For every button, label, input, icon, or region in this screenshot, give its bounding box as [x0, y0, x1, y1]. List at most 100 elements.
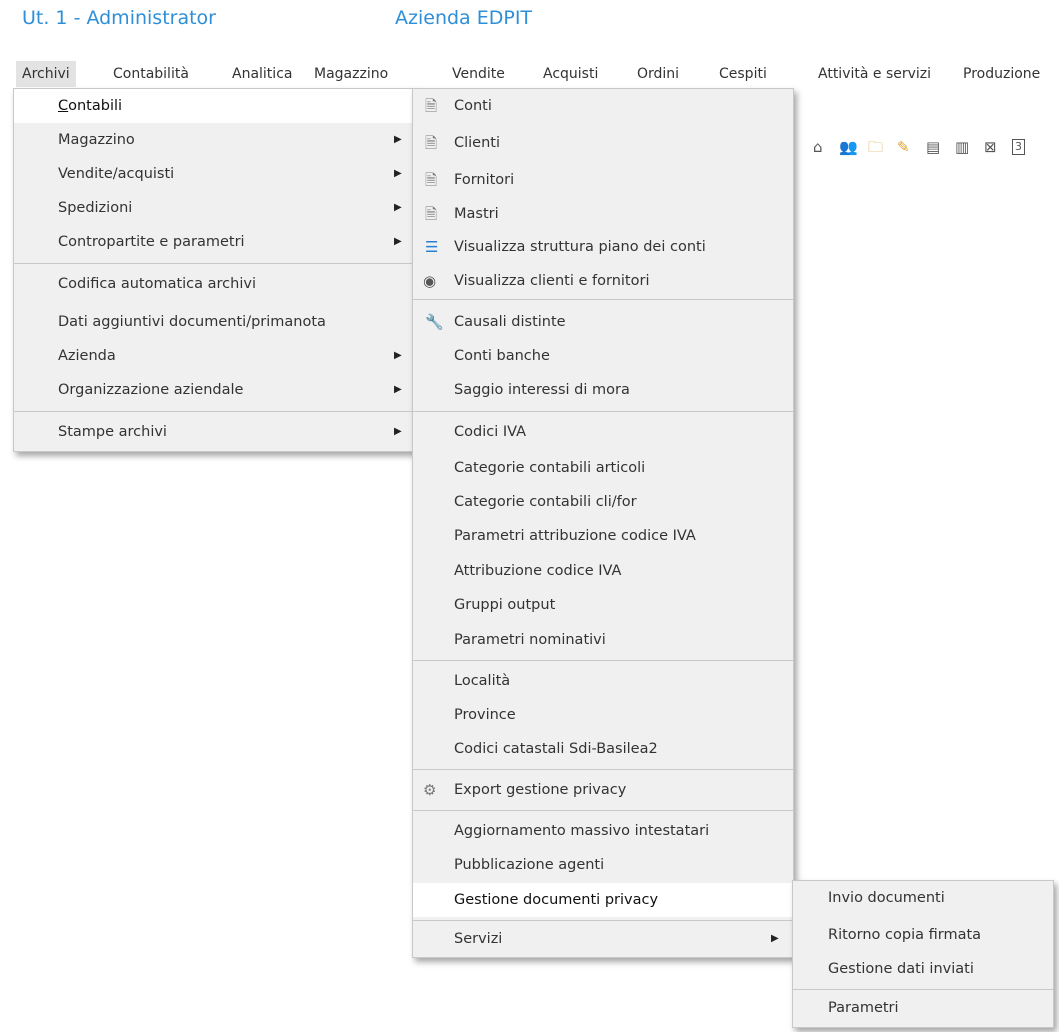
menu-item-gestione-dati-inviati[interactable]: Gestione dati inviati [793, 952, 1053, 986]
company-label: Azienda EDPIT [395, 7, 533, 29]
menu-cespiti[interactable]: Cespiti [719, 61, 767, 87]
menu-item-magazzino[interactable]: Magazzino ▶ [14, 123, 413, 157]
document-icon: 🗎 [425, 171, 438, 189]
menu-item-azienda[interactable]: Azienda ▶ [14, 339, 413, 373]
menu-ordini[interactable]: Ordini [637, 61, 679, 87]
document-icon: 🗎 [425, 97, 438, 115]
menu-item-servizi[interactable]: Servizi ▶ [413, 922, 793, 956]
menu-magazzino[interactable]: Magazzino [314, 61, 388, 87]
menu-item-label: Categorie contabili articoli [454, 460, 646, 476]
menu-item-label: Visualizza struttura piano dei conti [454, 239, 706, 255]
menu-item-clienti[interactable]: 🗎 Clienti [413, 126, 793, 160]
menu-produzione[interactable]: Produzione [963, 61, 1040, 87]
submenu-arrow-icon: ▶ [394, 350, 402, 361]
menu-item-categorie-articoli[interactable]: Categorie contabili articoli [413, 451, 793, 485]
menu-separator [413, 810, 793, 811]
menu-item-conti[interactable]: 🗎 Conti [413, 89, 793, 123]
menu-item-label: Ritorno copia firmata [828, 927, 982, 943]
menu-item-label: Export gestione privacy [454, 782, 627, 798]
menu-item-ritorno-copia[interactable]: Ritorno copia firmata [793, 918, 1053, 952]
home-icon[interactable]: ⌂ [813, 139, 823, 155]
search-folder-icon[interactable]: 🗀 [868, 139, 883, 155]
menu-item-province[interactable]: Province [413, 698, 793, 732]
menu-item-label: Parametri attribuzione codice IVA [454, 528, 696, 544]
menu-item-categorie-clifor[interactable]: Categorie contabili cli/for [413, 485, 793, 519]
menu-item-label: Gruppi output [454, 597, 556, 613]
menu-item-invio-documenti[interactable]: Invio documenti [793, 881, 1053, 915]
menu-attivita-servizi[interactable]: Attività e servizi [818, 61, 931, 87]
menu-analitica[interactable]: Analitica [232, 61, 292, 87]
menu-item-label: Conti [454, 98, 492, 114]
menu-item-attribuzione-iva[interactable]: Attribuzione codice IVA [413, 554, 793, 588]
menu-item-label: Visualizza clienti e fornitori [454, 273, 650, 289]
edit-icon[interactable]: ✎ [897, 139, 910, 155]
user-label: Ut. 1 - Administrator [22, 7, 216, 29]
menu-item-label: Dati aggiuntivi documenti/primanota [58, 314, 326, 330]
menu-item-label: Attribuzione codice IVA [454, 563, 622, 579]
menu-item-codici-iva[interactable]: Codici IVA [413, 415, 793, 449]
menu-item-contabili[interactable]: Contabili [14, 89, 413, 123]
calendar-icon[interactable]: 3 [1012, 139, 1025, 155]
contabili-menu: 🗎 Conti 🗎 Clienti 🗎 Fornitori 🗎 Mastri ☰… [412, 88, 794, 958]
menu-separator [14, 263, 413, 264]
menu-item-clienti-fornitori[interactable]: ◉ Visualizza clienti e fornitori [413, 264, 793, 298]
submenu-arrow-icon: ▶ [394, 134, 402, 145]
menu-item-label: Gestione dati inviati [828, 961, 974, 977]
menu-item-pubblicazione-agenti[interactable]: Pubblicazione agenti [413, 848, 793, 882]
submenu-arrow-icon: ▶ [394, 426, 402, 437]
menu-item-aggiornamento-intestatari[interactable]: Aggiornamento massivo intestatari [413, 814, 793, 848]
users-icon[interactable]: 👥 [839, 139, 858, 155]
menu-item-export-privacy[interactable]: ⚙ Export gestione privacy [413, 773, 793, 807]
menu-item-label: Stampe archivi [58, 424, 167, 440]
menu-item-parametri-nominativi[interactable]: Parametri nominativi [413, 623, 793, 657]
menu-item-label: Fornitori [454, 172, 515, 188]
menu-item-organizzazione[interactable]: Organizzazione aziendale ▶ [14, 373, 413, 407]
menu-item-vendite-acquisti[interactable]: Vendite/acquisti ▶ [14, 157, 413, 191]
menu-item-label: Località [454, 673, 511, 689]
document-icon: 🗎 [425, 205, 438, 223]
menu-item-conti-banche[interactable]: Conti banche [413, 339, 793, 373]
title-bar: Ut. 1 - Administrator Azienda EDPIT [0, 0, 1059, 40]
menu-item-label: Clienti [454, 135, 501, 151]
menu-item-label: Aggiornamento massivo intestatari [454, 823, 710, 839]
menu-item-parametri-attribuzione[interactable]: Parametri attribuzione codice IVA [413, 519, 793, 553]
menu-item-label: Codici IVA [454, 424, 527, 440]
submenu-arrow-icon: ▶ [394, 202, 402, 213]
submenu-arrow-icon: ▶ [394, 384, 402, 395]
print-icon[interactable]: ⊠ [984, 139, 997, 155]
menu-item-dati-aggiuntivi[interactable]: Dati aggiuntivi documenti/primanota [14, 305, 413, 339]
privacy-menu: Invio documenti Ritorno copia firmata Ge… [792, 880, 1054, 1028]
menu-item-label: Magazzino [58, 132, 135, 148]
menu-item-stampe-archivi[interactable]: Stampe archivi ▶ [14, 415, 413, 449]
menu-item-fornitori[interactable]: 🗎 Fornitori [413, 163, 793, 197]
menu-acquisti[interactable]: Acquisti [543, 61, 598, 87]
menu-item-gestione-documenti-privacy[interactable]: Gestione documenti privacy [413, 883, 793, 917]
menu-item-label: Gestione documenti privacy [454, 892, 659, 908]
menu-item-spedizioni[interactable]: Spedizioni ▶ [14, 191, 413, 225]
menu-archivi[interactable]: Archivi [16, 61, 76, 87]
menu-vendite[interactable]: Vendite [452, 61, 505, 87]
menu-item-label: Province [454, 707, 516, 723]
menu-item-struttura-piano-conti[interactable]: ☰ Visualizza struttura piano dei conti [413, 230, 793, 264]
submenu-arrow-icon: ▶ [771, 933, 779, 944]
menu-item-label: Azienda [58, 348, 116, 364]
menu-item-gruppi-output[interactable]: Gruppi output [413, 588, 793, 622]
menu-item-codifica-automatica[interactable]: Codifica automatica archivi [14, 267, 413, 301]
menu-item-saggio-interessi[interactable]: Saggio interessi di mora [413, 373, 793, 407]
menu-item-label: Organizzazione aziendale [58, 382, 244, 398]
barcode-icon[interactable]: ▥ [955, 139, 969, 155]
menu-item-label: Codici catastali Sdi-Basilea2 [454, 741, 658, 757]
menu-item-contropartite[interactable]: Contropartite e parametri ▶ [14, 225, 413, 259]
menu-item-mastri[interactable]: 🗎 Mastri [413, 197, 793, 231]
toolbar: ⌂ 👥 🗀 ✎ ▤ ▥ ⊠ 3 [813, 137, 1059, 157]
menu-item-localita[interactable]: Località [413, 664, 793, 698]
calculator-icon[interactable]: ▤ [926, 139, 940, 155]
menu-item-label: Causali distinte [454, 314, 566, 330]
menu-item-label: Codifica automatica archivi [58, 276, 256, 292]
menu-item-codici-catastali[interactable]: Codici catastali Sdi-Basilea2 [413, 732, 793, 766]
menu-item-parametri[interactable]: Parametri [793, 991, 1053, 1025]
menu-item-causali-distinte[interactable]: 🔧 Causali distinte [413, 305, 793, 339]
menu-contabilita[interactable]: Contabilità [113, 61, 189, 87]
menu-item-label: Saggio interessi di mora [454, 382, 630, 398]
menu-separator [413, 299, 793, 300]
